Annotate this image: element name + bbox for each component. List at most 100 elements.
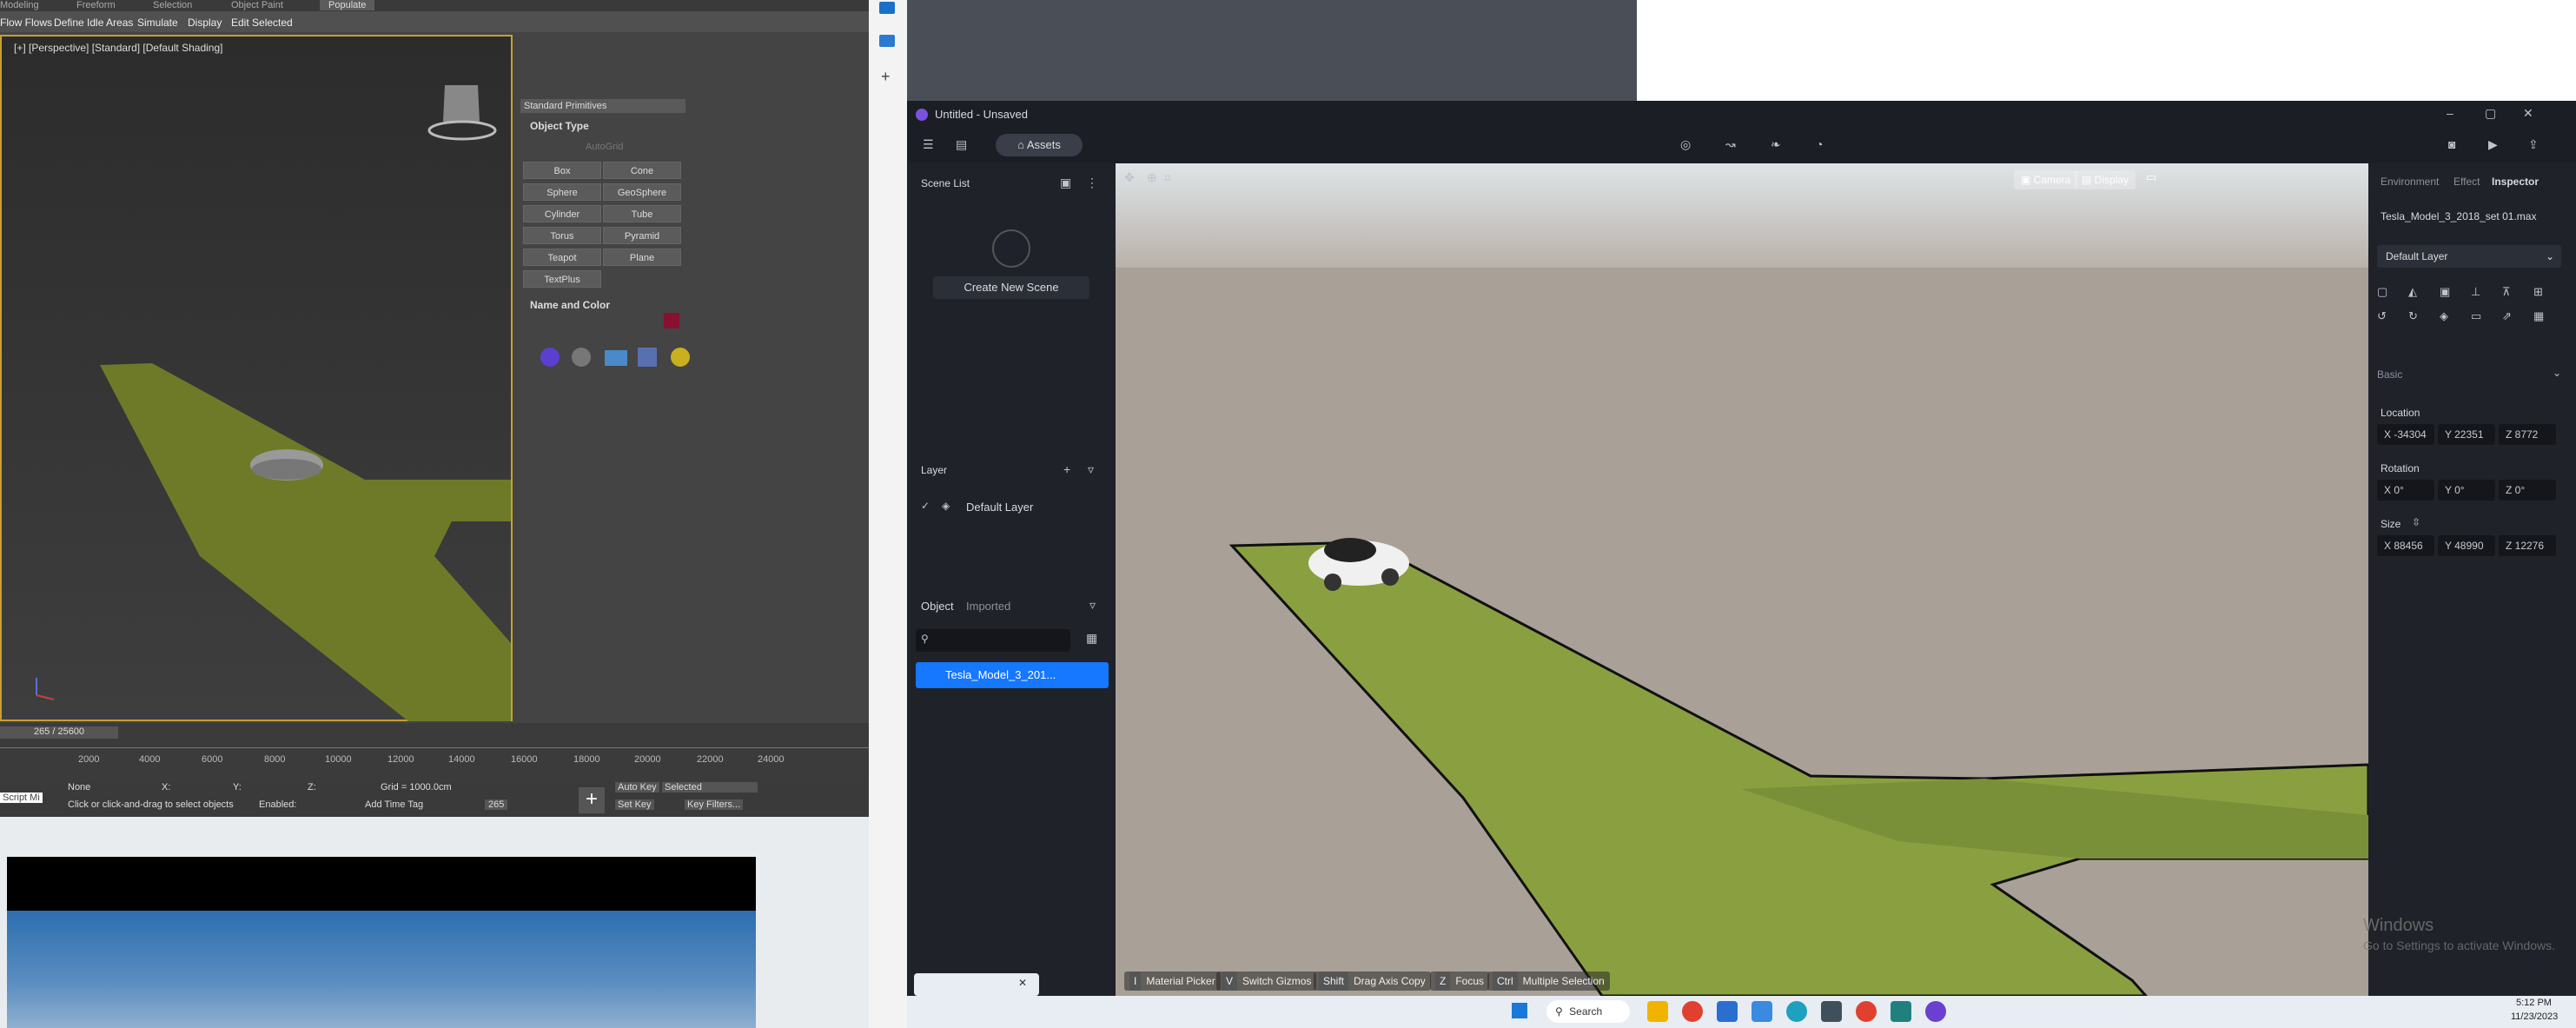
chrome-icon[interactable] xyxy=(1682,1001,1703,1022)
set-key-button[interactable]: Set Key xyxy=(615,799,654,810)
sphere-button[interactable]: Sphere xyxy=(523,183,601,201)
file-icon[interactable]: ▤ xyxy=(956,137,967,152)
imported-tab[interactable]: Imported xyxy=(966,600,1010,613)
camera-button[interactable]: ▣ Camera xyxy=(2014,170,2078,189)
plane-button[interactable]: Plane xyxy=(603,249,681,266)
light-bulb-icon[interactable]: ◎ xyxy=(1680,137,1691,152)
world-icon[interactable]: ⊕ xyxy=(1147,170,1157,185)
key-filters-button[interactable]: Key Filters... xyxy=(685,799,744,810)
export-icon[interactable]: ⇪ xyxy=(2528,137,2539,152)
tab-environment[interactable]: Environment xyxy=(2381,176,2439,188)
minimize-icon[interactable]: – xyxy=(2447,106,2453,120)
more-icon[interactable]: ⋮ xyxy=(1086,176,1098,190)
share-icon[interactable]: ⇗ xyxy=(2502,309,2512,323)
chrome-profile-icon[interactable] xyxy=(1856,1001,1877,1022)
basic-section[interactable]: Basic xyxy=(2377,368,2402,381)
chevron-down-icon[interactable]: ⌄ xyxy=(2553,367,2561,379)
outlook-icon[interactable] xyxy=(879,2,895,14)
grid-icon[interactable]: ▦ xyxy=(2533,309,2544,323)
size-z-field[interactable]: Z 12276 xyxy=(2499,535,2556,556)
clock-time[interactable]: 5:12 PM xyxy=(2516,998,2552,1008)
ribbon-idle-areas[interactable]: Define Idle Areas xyxy=(54,17,133,29)
location-z-field[interactable]: Z 8772 xyxy=(2499,424,2556,445)
ribbon-simulate[interactable]: Simulate xyxy=(137,17,178,29)
name-color-heading[interactable]: Name and Color xyxy=(530,299,610,311)
layer-select[interactable]: Default Layer ⌄ xyxy=(2377,245,2561,268)
screenshot-icon[interactable]: ◙ xyxy=(2448,137,2455,151)
material-icon[interactable]: ◈ xyxy=(2440,309,2448,323)
folder-icon[interactable]: ▭ xyxy=(2471,309,2481,323)
check-icon[interactable]: ✓ xyxy=(921,500,930,512)
autogrid-checkbox[interactable]: AutoGrid xyxy=(586,142,623,152)
filter-icon[interactable]: ▿ xyxy=(1089,598,1096,613)
key-selection-dropdown[interactable]: Selected xyxy=(662,782,758,793)
align-icon[interactable]: ⊥ xyxy=(2471,285,2480,299)
auto-key-button[interactable]: Auto Key xyxy=(615,782,659,793)
snap-icon[interactable]: ⌗ xyxy=(1164,170,1171,185)
cone-button[interactable]: Cone xyxy=(603,162,681,179)
weather-icon[interactable]: ◔ xyxy=(1816,137,1823,151)
scene-view-icon[interactable]: ▣ xyxy=(1060,176,1071,190)
size-x-field[interactable]: X 88456 xyxy=(2377,535,2434,556)
group-icon[interactable]: ⊞ xyxy=(2533,285,2543,299)
object-item-tesla[interactable]: Tesla_Model_3_201... xyxy=(916,662,1109,688)
frame-field[interactable]: 265 xyxy=(485,799,508,810)
create-new-scene-button[interactable]: Create New Scene xyxy=(933,276,1089,299)
add-layer-icon[interactable]: + xyxy=(1063,462,1070,476)
object-tab[interactable]: Object xyxy=(921,600,954,613)
tab-effect[interactable]: Effect xyxy=(2453,176,2480,188)
color-swatch[interactable] xyxy=(664,313,679,328)
tab-modeling[interactable]: Modeling xyxy=(0,0,39,10)
pyramid-button[interactable]: Pyramid xyxy=(603,227,681,244)
tab-selection[interactable]: Selection xyxy=(153,0,192,10)
transform-gizmo-icon[interactable]: ✥ xyxy=(1124,170,1135,185)
tab-freeform[interactable]: Freeform xyxy=(76,0,116,10)
ribbon-edit-selected[interactable]: Edit Selected xyxy=(231,17,293,29)
notes-icon[interactable] xyxy=(1752,1001,1772,1022)
location-y-field[interactable]: Y 22351 xyxy=(2438,424,2495,445)
send-icon[interactable] xyxy=(879,35,895,47)
close-icon[interactable]: ✕ xyxy=(2523,106,2533,121)
view-layout-icon[interactable]: ▭ xyxy=(2146,170,2156,184)
start-icon[interactable] xyxy=(1512,1003,1527,1018)
photo-camera-icon[interactable] xyxy=(638,348,657,367)
default-layer-item[interactable]: Default Layer xyxy=(966,501,1033,514)
rotation-x-field[interactable]: X 0° xyxy=(2377,480,2434,501)
leaf-icon[interactable]: ❧ xyxy=(1771,137,1781,152)
edit-icon[interactable]: ▢ xyxy=(2377,285,2387,299)
taskbar-search[interactable]: ⚲ Search xyxy=(1546,1000,1630,1023)
textplus-button[interactable]: TextPlus xyxy=(523,270,601,288)
d5-app-icon[interactable] xyxy=(1925,1001,1946,1022)
ribbon-display[interactable]: Display xyxy=(188,17,222,29)
max-app-icon[interactable] xyxy=(1891,1001,1911,1022)
grid-view-icon[interactable]: ▦ xyxy=(1086,631,1097,646)
add-icon[interactable]: + xyxy=(881,68,891,86)
geosphere-button[interactable]: GeoSphere xyxy=(603,183,681,201)
tab-object-paint[interactable]: Object Paint xyxy=(231,0,283,10)
ribbon-flows[interactable]: Flow Flows xyxy=(0,17,52,29)
lock-ratio-icon[interactable]: ⇳ xyxy=(2412,516,2420,528)
display-button[interactable]: ▤ Display xyxy=(2075,170,2136,189)
bounds-icon[interactable]: ▣ xyxy=(2440,285,2450,299)
filter-icon[interactable]: ▿ xyxy=(1088,462,1094,477)
redo-icon[interactable]: ↻ xyxy=(2408,309,2418,323)
mirror-icon[interactable]: ◭ xyxy=(2408,285,2417,299)
add-time-tag[interactable]: Add Time Tag xyxy=(365,799,423,810)
camera-icon[interactable] xyxy=(605,350,627,366)
tab-inspector[interactable]: Inspector xyxy=(2492,176,2539,188)
tool-icon[interactable] xyxy=(1821,1001,1842,1022)
torus-button[interactable]: Torus xyxy=(523,227,601,244)
drop-icon[interactable]: ⊼ xyxy=(2502,285,2511,299)
menu-icon[interactable]: ☰ xyxy=(923,137,934,152)
location-x-field[interactable]: X -34304 xyxy=(2377,424,2434,445)
rotation-z-field[interactable]: Z 0° xyxy=(2499,480,2556,501)
light-icon[interactable] xyxy=(671,348,690,367)
assets-button[interactable]: ⌂ Assets xyxy=(996,134,1083,156)
tube-button[interactable]: Tube xyxy=(603,205,681,222)
plugin-d5-icon[interactable] xyxy=(540,348,560,367)
file-explorer-icon[interactable] xyxy=(1647,1001,1668,1022)
pinned-mini-window[interactable]: ✕ xyxy=(914,973,1039,996)
close-icon[interactable]: ✕ xyxy=(1018,977,1027,989)
path-icon[interactable]: ↝ xyxy=(1725,137,1736,152)
tab-populate[interactable]: Populate xyxy=(320,0,375,10)
